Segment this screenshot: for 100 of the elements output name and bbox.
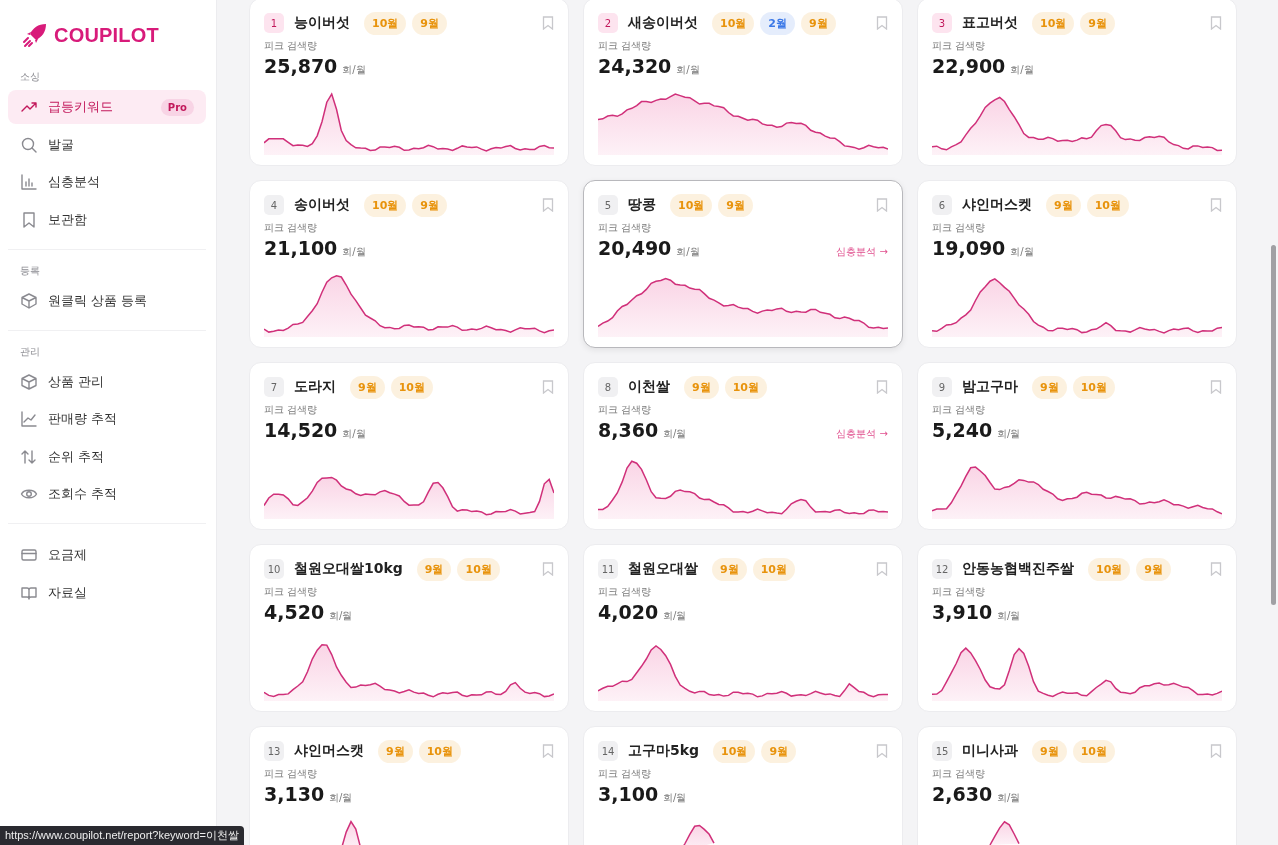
nav-item[interactable]: 요금제 <box>8 538 206 572</box>
month-tag: 9월 <box>712 557 747 581</box>
keyword-card[interactable]: 2 새송이버섯 10월 2월 9월 피크 검색량 24,320 회/월 <box>583 0 903 166</box>
peak-value: 3,910 <box>932 601 993 623</box>
peak-value: 3,130 <box>264 783 325 805</box>
peak-value: 24,320 <box>598 55 672 77</box>
month-tag: 9월 <box>350 375 385 399</box>
month-tag: 9월 <box>718 193 753 217</box>
pro-badge: Pro <box>160 98 194 116</box>
unit-label: 회/월 <box>997 427 1021 441</box>
nav-item[interactable]: 원클릭 상품 등록 <box>8 283 206 318</box>
bookmark-icon[interactable] <box>542 562 554 576</box>
keyword-card[interactable]: 8 이천쌀 9월 10월 피크 검색량 8,360 회/월 심층분석 → <box>583 362 903 530</box>
month-tag: 10월 <box>390 375 433 399</box>
bookmark-icon[interactable] <box>876 198 888 212</box>
bookmark-icon[interactable] <box>1210 198 1222 212</box>
keyword-name: 미니사과 <box>962 742 1018 760</box>
rank-badge: 11 <box>598 559 618 579</box>
unit-label: 회/월 <box>1010 245 1034 259</box>
bookmark-icon[interactable] <box>1210 16 1222 30</box>
month-tag: 10월 <box>418 739 461 763</box>
keyword-card[interactable]: 15 미니사과 9월 10월 피크 검색량 2,630 회/월 <box>917 726 1237 845</box>
keyword-card[interactable]: 6 샤인머스켓 9월 10월 피크 검색량 19,090 회/월 <box>917 180 1237 348</box>
analysis-link[interactable]: 심층분석 → <box>836 245 888 259</box>
peak-value: 22,900 <box>932 55 1006 77</box>
unit-label: 회/월 <box>342 245 366 259</box>
rank-badge: 1 <box>264 13 284 33</box>
peak-label: 피크 검색량 <box>598 221 653 235</box>
analysis-link[interactable]: 심층분석 → <box>836 427 888 441</box>
peak-value: 19,090 <box>932 237 1006 259</box>
bars-icon <box>20 173 38 191</box>
keyword-card[interactable]: 5 땅콩 10월 9월 피크 검색량 20,490 회/월 심층분석 → <box>583 180 903 348</box>
peak-label: 피크 검색량 <box>932 403 987 417</box>
nav-item[interactable]: 판매량 추적 <box>8 402 206 436</box>
nav-item[interactable]: 상품 관리 <box>8 364 206 399</box>
keyword-card[interactable]: 3 표고버섯 10월 9월 피크 검색량 22,900 회/월 <box>917 0 1237 166</box>
status-url: https://www.coupilot.net/report?keyword=이천쌀 <box>0 826 244 845</box>
keyword-name: 철원오대쌀10kg <box>294 560 403 578</box>
month-tag: 10월 <box>364 11 407 35</box>
peak-label: 피크 검색량 <box>932 39 987 53</box>
nav-item[interactable]: 발굴 <box>8 127 206 162</box>
bookmark-icon[interactable] <box>542 744 554 758</box>
peak-label: 피크 검색량 <box>264 403 319 417</box>
bookmark-icon[interactable] <box>1210 562 1222 576</box>
keyword-card[interactable]: 13 샤인머스캣 9월 10월 피크 검색량 3,130 회/월 <box>249 726 569 845</box>
month-tag: 10월 <box>1088 557 1131 581</box>
month-tag: 10월 <box>1072 375 1115 399</box>
peak-value: 4,520 <box>264 601 325 623</box>
box-icon <box>20 372 38 391</box>
unit-label: 회/월 <box>342 427 366 441</box>
scrollbar-thumb[interactable] <box>1271 245 1276 605</box>
bookmark-icon[interactable] <box>1210 744 1222 758</box>
rank-badge: 10 <box>264 559 284 579</box>
unit-label: 회/월 <box>1010 63 1034 77</box>
rank-badge: 2 <box>598 13 618 33</box>
keyword-card[interactable]: 14 고구마5kg 10월 9월 피크 검색량 3,100 회/월 <box>583 726 903 845</box>
nav-item[interactable]: 보관함 <box>8 202 206 237</box>
keyword-name: 땅콩 <box>628 196 656 214</box>
keyword-card[interactable]: 4 송이버섯 10월 9월 피크 검색량 21,100 회/월 <box>249 180 569 348</box>
rank-badge: 8 <box>598 377 618 397</box>
bookmark-icon[interactable] <box>876 380 888 394</box>
peak-value: 8,360 <box>598 419 659 441</box>
month-tag: 9월 <box>412 11 447 35</box>
bookmark-icon[interactable] <box>542 380 554 394</box>
bookmark-icon[interactable] <box>876 16 888 30</box>
keyword-name: 고구마5kg <box>628 742 700 760</box>
keyword-card[interactable]: 12 안동농협백진주쌀 10월 9월 피크 검색량 3,910 회/월 <box>917 544 1237 712</box>
nav-item[interactable]: 급등키워드 Pro <box>8 90 206 124</box>
bookmark-icon[interactable] <box>876 744 888 758</box>
bookmark-icon[interactable] <box>542 16 554 30</box>
keyword-card[interactable]: 11 철원오대쌀 9월 10월 피크 검색량 4,020 회/월 <box>583 544 903 712</box>
keyword-card[interactable]: 10 철원오대쌀10kg 9월 10월 피크 검색량 4,520 회/월 <box>249 544 569 712</box>
trend-sparkline <box>989 820 1020 845</box>
keyword-name: 도라지 <box>294 378 336 396</box>
section-label: 관리 <box>19 344 41 359</box>
bookmark-icon[interactable] <box>1210 380 1222 394</box>
bookmark-icon <box>20 210 38 229</box>
peak-value: 25,870 <box>264 55 338 77</box>
rank-badge: 5 <box>598 195 618 215</box>
peak-label: 피크 검색량 <box>932 585 987 599</box>
nav-item[interactable]: 순위 추적 <box>8 439 206 474</box>
month-tag: 9월 <box>378 739 413 763</box>
nav-item[interactable]: 자료실 <box>8 575 206 610</box>
logo-text: COUPILOT <box>54 23 159 47</box>
keyword-card[interactable]: 1 능이버섯 10월 9월 피크 검색량 25,870 회/월 <box>249 0 569 166</box>
nav-item[interactable]: 심층분석 <box>8 165 206 199</box>
keyword-name: 밤고구마 <box>962 378 1018 396</box>
month-tag: 9월 <box>412 193 447 217</box>
rank-badge: 15 <box>932 741 952 761</box>
keyword-card[interactable]: 9 밤고구마 9월 10월 피크 검색량 5,240 회/월 <box>917 362 1237 530</box>
bookmark-icon[interactable] <box>542 198 554 212</box>
bookmark-icon[interactable] <box>876 562 888 576</box>
nav-item[interactable]: 조회수 추적 <box>8 477 206 511</box>
peak-value: 2,630 <box>932 783 993 805</box>
keyword-card[interactable]: 7 도라지 9월 10월 피크 검색량 14,520 회/월 <box>249 362 569 530</box>
keyword-name: 안동농협백진주쌀 <box>962 560 1074 578</box>
keyword-name: 샤인머스켓 <box>962 196 1032 214</box>
peak-label: 피크 검색량 <box>598 767 653 781</box>
unit-label: 회/월 <box>676 245 700 259</box>
peak-label: 피크 검색량 <box>264 585 319 599</box>
